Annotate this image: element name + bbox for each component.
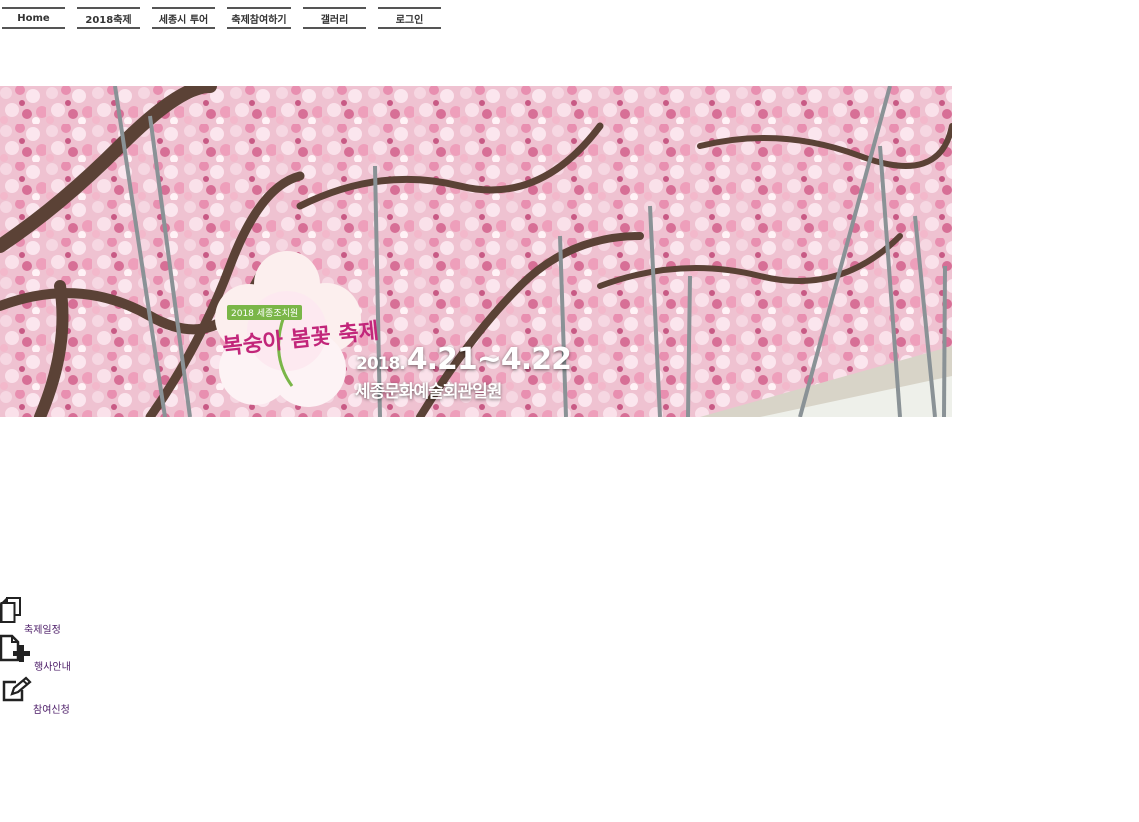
festival-year: 2018.: [356, 354, 406, 374]
festival-date-range: 4.21~4.22: [406, 342, 572, 377]
document-add-icon: [0, 634, 30, 662]
nav-gallery[interactable]: 갤러리: [303, 7, 366, 29]
festival-venue: 세종문화예술회관일원: [355, 382, 502, 402]
logo-tag: 2018 세종조치원: [227, 305, 303, 320]
quick-link-event-info[interactable]: 행사안내: [0, 634, 80, 673]
edit-icon: [2, 676, 32, 702]
nav-2018-festival[interactable]: 2018축제: [77, 7, 140, 29]
quick-link-apply[interactable]: 참여신청: [0, 676, 80, 716]
nav-festival-participation[interactable]: 축제참여하기: [227, 7, 291, 29]
quick-link-label: 행사안내: [34, 662, 71, 673]
festival-dates: 2018.4.21~4.22: [356, 342, 572, 377]
festival-banner: 2018 세종조치원 복숭아 봄꽃 축제 2018.4.21~4.22 세종문화…: [0, 86, 952, 417]
nav-home[interactable]: Home: [2, 7, 65, 29]
quick-link-label: 참여신청: [33, 705, 70, 716]
documents-icon: [0, 597, 21, 623]
nav-login[interactable]: 로그인: [378, 7, 441, 29]
page: Home 2018축제 세종시 투어 축제참여하기 갤러리 로그인 2018 세…: [0, 0, 1139, 822]
quick-link-schedule[interactable]: 축제일정: [0, 596, 70, 636]
nav-sejong-tour[interactable]: 세종시 투어: [152, 7, 215, 29]
